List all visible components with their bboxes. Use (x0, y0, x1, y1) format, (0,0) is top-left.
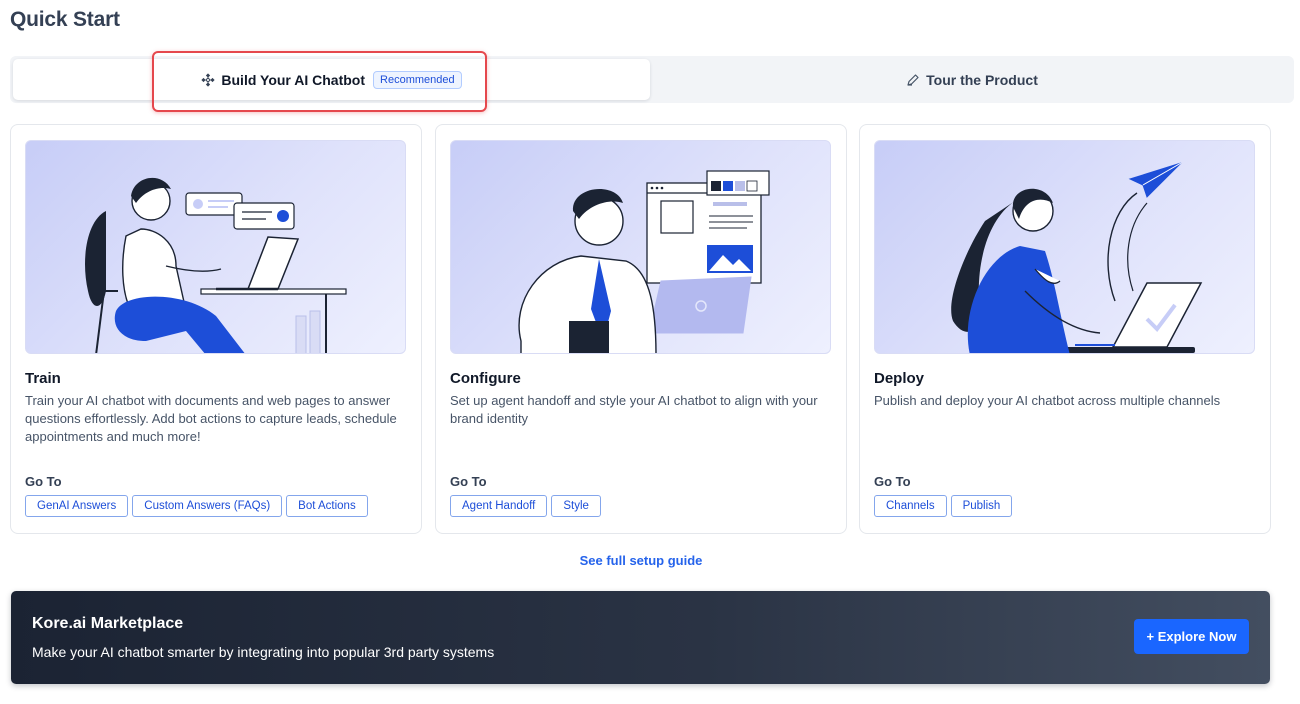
agent-handoff-link[interactable]: Agent Handoff (450, 495, 548, 517)
goto-links: GenAI Answers Custom Answers (FAQs) Bot … (25, 495, 368, 517)
genai-answers-link[interactable]: GenAI Answers (25, 495, 129, 517)
page-title: Quick Start (10, 8, 120, 31)
marketplace-banner: Kore.ai Marketplace Make your AI chatbot… (11, 591, 1270, 684)
style-link[interactable]: Style (551, 495, 601, 517)
tab-build-ai-chatbot[interactable]: Build Your AI Chatbot Recommended (13, 59, 650, 100)
card-configure: Configure Set up agent handoff and style… (435, 124, 847, 534)
setup-guide-link[interactable]: See full setup guide (0, 553, 1282, 568)
card-description: Publish and deploy your AI chatbot acros… (874, 393, 1221, 408)
card-title: Deploy (874, 370, 925, 387)
sparkle-grid-icon (201, 72, 216, 87)
card-deploy: Deploy Publish and deploy your AI chatbo… (859, 124, 1271, 534)
marketplace-title: Kore.ai Marketplace (32, 615, 184, 632)
configure-illustration (450, 140, 831, 354)
tab-label: Build Your AI Chatbot (221, 71, 366, 88)
card-description: Set up agent handoff and style your AI c… (450, 393, 818, 426)
pen-icon (906, 73, 920, 87)
quick-start-tabs: Build Your AI Chatbot Recommended Tour t… (10, 56, 1294, 103)
card-title: Configure (450, 370, 521, 387)
train-illustration (25, 140, 406, 354)
card-train: Train Train your AI chatbot with documen… (10, 124, 422, 534)
card-description: Train your AI chatbot with documents and… (25, 393, 397, 444)
publish-link[interactable]: Publish (950, 495, 1013, 517)
goto-label: Go To (25, 474, 62, 489)
deploy-illustration (874, 140, 1255, 354)
goto-links: Agent Handoff Style (450, 495, 601, 517)
goto-label: Go To (450, 474, 487, 489)
card-title: Train (25, 370, 61, 387)
bot-actions-link[interactable]: Bot Actions (286, 495, 368, 517)
custom-answers-link[interactable]: Custom Answers (FAQs) (132, 495, 283, 517)
tab-tour-product[interactable]: Tour the Product (650, 59, 1294, 100)
marketplace-subtitle: Make your AI chatbot smarter by integrat… (32, 644, 495, 660)
goto-label: Go To (874, 474, 911, 489)
goto-links: Channels Publish (874, 495, 1013, 517)
tab-label: Tour the Product (926, 71, 1038, 88)
explore-now-button[interactable]: + Explore Now (1134, 619, 1249, 654)
channels-link[interactable]: Channels (874, 495, 947, 517)
recommended-badge: Recommended (373, 70, 462, 89)
